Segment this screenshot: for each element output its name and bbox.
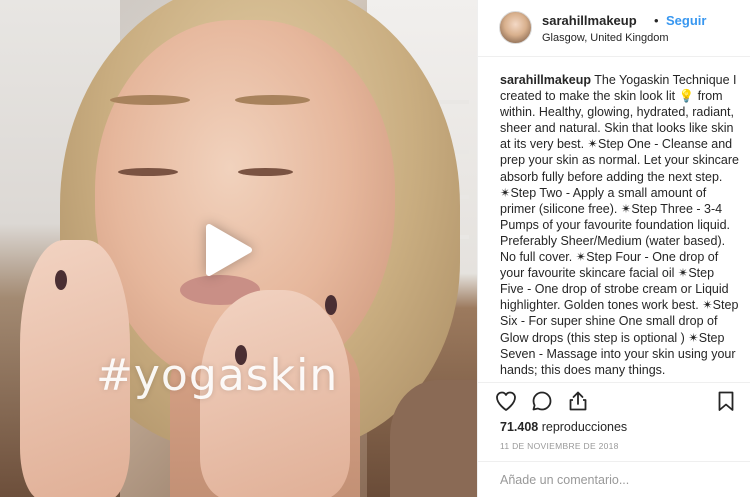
avatar[interactable]: [499, 11, 532, 44]
view-count[interactable]: 71.408 reproducciones: [500, 420, 627, 434]
comment-button[interactable]: [530, 389, 554, 413]
post-caption: sarahillmakeup The Yogaskin Technique I …: [500, 72, 740, 378]
location-link[interactable]: Glasgow, United Kingdom: [542, 32, 669, 44]
action-bar: [478, 382, 750, 418]
eyebrow: [235, 95, 310, 105]
bookmark-icon: [718, 391, 734, 411]
clothing: [390, 380, 477, 497]
comment-icon: [532, 391, 552, 411]
separator-dot: •: [654, 13, 659, 28]
like-button[interactable]: [494, 389, 518, 413]
share-icon: [569, 391, 587, 411]
share-button[interactable]: [566, 389, 590, 413]
caption-username[interactable]: sarahillmakeup: [500, 73, 591, 87]
view-count-label: reproducciones: [538, 420, 628, 434]
view-count-number: 71.408: [500, 420, 539, 434]
post-date[interactable]: 11 DE NOVIEMBRE DE 2018: [500, 441, 619, 451]
post-panel: sarahillmakeup • Seguir Glasgow, United …: [477, 0, 750, 497]
fingernail: [55, 270, 67, 290]
video-player[interactable]: #yogaskin: [0, 0, 477, 497]
post-header: sarahillmakeup • Seguir Glasgow, United …: [478, 0, 750, 57]
heart-icon: [496, 391, 516, 411]
eye: [118, 168, 178, 176]
hashtag-overlay: #yogaskin: [96, 350, 339, 401]
follow-button[interactable]: Seguir: [666, 13, 706, 28]
comment-input[interactable]: [500, 471, 730, 489]
caption-text: The Yogaskin Technique I created to make…: [500, 73, 739, 377]
comment-section: [478, 461, 750, 497]
fingernail: [325, 295, 337, 315]
save-button[interactable]: [714, 389, 738, 413]
eyebrow: [110, 95, 190, 105]
play-button[interactable]: [200, 222, 256, 278]
eye: [238, 168, 293, 176]
play-icon: [206, 224, 252, 276]
username-link[interactable]: sarahillmakeup: [542, 13, 637, 28]
